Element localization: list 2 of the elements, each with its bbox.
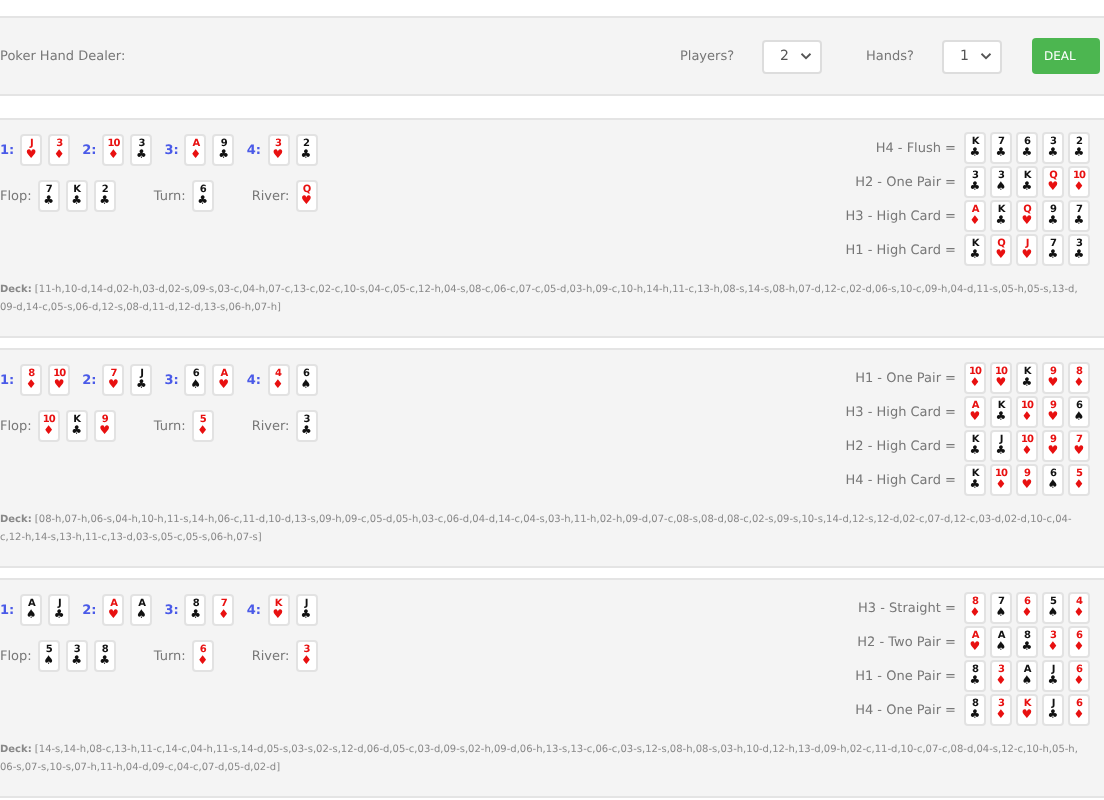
chevron-icon xyxy=(800,52,813,60)
chevron-icon xyxy=(980,52,992,60)
